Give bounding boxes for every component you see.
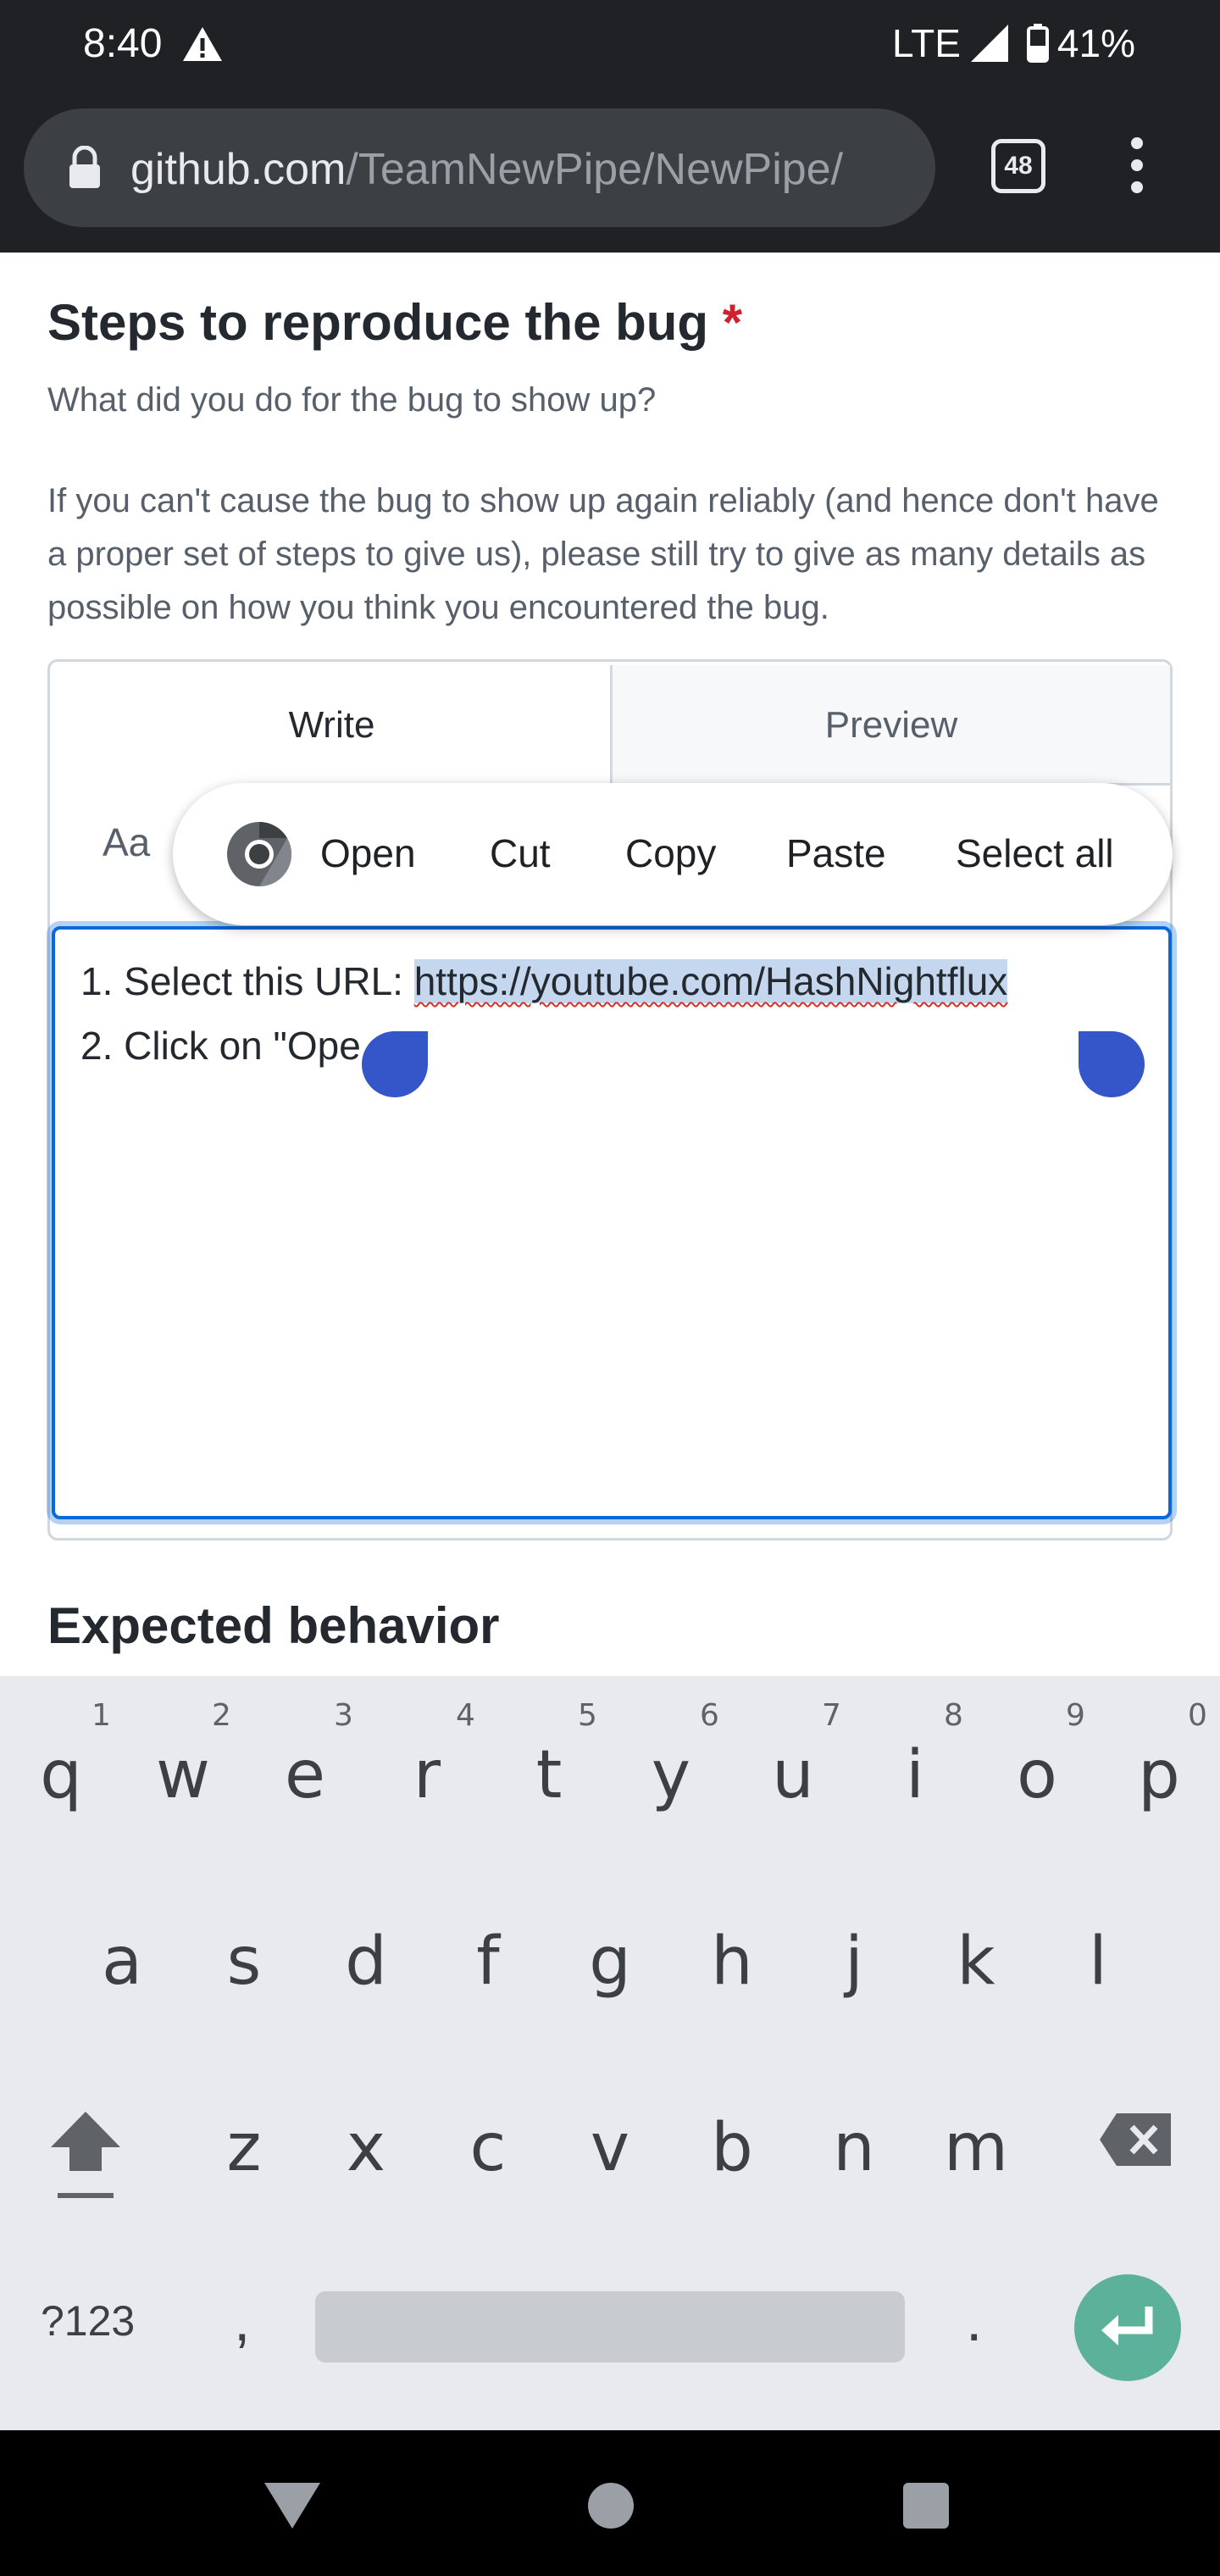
selected-url-text: https://youtube.com/HashNightflux [413, 959, 1008, 1003]
key-i[interactable]: i [854, 1737, 976, 1813]
key-d[interactable]: d [305, 1924, 427, 2000]
required-marker: * [722, 294, 743, 351]
tab-write[interactable]: Write [53, 665, 613, 786]
key-n[interactable]: n [793, 2110, 915, 2186]
menu-copy[interactable]: Copy [625, 830, 716, 876]
lock-icon [69, 146, 100, 188]
symbols-key[interactable]: ?123 [41, 2296, 135, 2346]
section-title: Steps to reproduce the bug * [47, 293, 742, 352]
tab-switcher-button[interactable]: 48 [991, 139, 1045, 193]
page-content: Steps to reproduce the bug * What did yo… [0, 253, 1220, 1676]
tab-preview[interactable]: Preview [613, 665, 1170, 786]
home-icon[interactable] [588, 2483, 634, 2529]
section-description: If you can't cause the bug to show up ag… [47, 482, 1159, 626]
key-w[interactable]: w [122, 1737, 244, 1813]
url-text: github.com/TeamNewPipe/NewPipe/ [130, 144, 843, 195]
key-p[interactable]: p [1098, 1737, 1220, 1813]
expected-behavior-title: Expected behavior [47, 1597, 500, 1654]
url-path: /TeamNewPipe/NewPipe/ [346, 145, 844, 194]
section-subtitle: What did you do for the bug to show up? [47, 381, 657, 419]
key-u[interactable]: u [732, 1737, 854, 1813]
status-indicators: LTE 41% [892, 20, 1135, 66]
key-a[interactable]: a [61, 1924, 183, 2000]
section-title-text: Steps to reproduce the bug [47, 294, 709, 351]
enter-key[interactable] [1074, 2274, 1181, 2381]
key-m[interactable]: m [915, 2110, 1037, 2186]
key-k[interactable]: k [915, 1924, 1037, 2000]
battery-icon [1026, 24, 1049, 63]
key-f[interactable]: f [427, 1924, 549, 2000]
menu-select-all[interactable]: Select all [956, 830, 1114, 876]
key-s[interactable]: s [183, 1924, 305, 2000]
back-icon[interactable] [261, 2479, 324, 2530]
warning-icon [183, 27, 222, 61]
key-l[interactable]: l [1037, 1924, 1159, 2000]
browser-toolbar: github.com/TeamNewPipe/NewPipe/ 48 [0, 88, 1220, 253]
signal-icon [970, 25, 1008, 62]
key-hint: 6 [700, 1698, 719, 1733]
key-v[interactable]: v [549, 2110, 671, 2186]
key-h[interactable]: h [671, 1924, 793, 2000]
menu-cut[interactable]: Cut [490, 830, 551, 876]
chrome-icon [227, 821, 292, 887]
steps-textarea[interactable]: 1. Select this URL: https://youtube.com/… [52, 926, 1172, 1519]
more-options-icon[interactable] [1120, 137, 1154, 205]
key-hint: 5 [578, 1698, 597, 1733]
key-q[interactable]: q [0, 1737, 122, 1813]
system-nav-bar [0, 2430, 1220, 2576]
key-z[interactable]: z [183, 2110, 305, 2186]
text-selection-menu: Open Cut Copy Paste Select all [173, 783, 1173, 925]
network-type: LTE [891, 21, 961, 65]
period-key[interactable]: . [966, 2286, 982, 2354]
screen: 8:40 LTE 41% github.com/TeamNewPipe/NewP… [0, 0, 1220, 2576]
textarea-line-2: 2. Click on "Ope [80, 1024, 361, 1068]
key-x[interactable]: x [305, 2110, 427, 2186]
key-hint: 4 [456, 1698, 475, 1733]
key-hint: 8 [944, 1698, 963, 1733]
key-hint: 1 [92, 1698, 111, 1733]
format-button[interactable]: Aa [103, 819, 150, 865]
soft-keyboard: 1 q 2 w 3 e 4 r 5 t 6 y 7 u 8 i 9 o 0 p … [0, 1676, 1220, 2430]
key-t[interactable]: t [488, 1737, 610, 1813]
key-hint: 2 [212, 1698, 231, 1733]
key-hint: 9 [1066, 1698, 1085, 1733]
status-bar: 8:40 LTE 41% [0, 0, 1220, 88]
menu-open[interactable]: Open [320, 830, 416, 876]
url-domain: github.com [130, 145, 347, 194]
recents-icon[interactable] [903, 2483, 949, 2529]
key-b[interactable]: b [671, 2110, 793, 2186]
selection-handle-end[interactable] [1079, 1031, 1145, 1097]
textarea-line-1: 1. Select this URL: https://youtube.com/… [80, 958, 1008, 1004]
key-r[interactable]: r [366, 1737, 488, 1813]
key-y[interactable]: y [610, 1737, 732, 1813]
backspace-icon[interactable] [1098, 2112, 1173, 2168]
key-hint: 3 [334, 1698, 353, 1733]
comma-key[interactable]: , [234, 2286, 250, 2354]
enter-icon [1101, 2307, 1153, 2346]
url-bar[interactable]: github.com/TeamNewPipe/NewPipe/ [24, 108, 935, 227]
key-c[interactable]: c [427, 2110, 549, 2186]
battery-level: 41% [1056, 21, 1135, 65]
shift-icon[interactable] [49, 2105, 122, 2207]
line1-prefix: 1. Select this URL: [80, 959, 414, 1003]
key-j[interactable]: j [793, 1924, 915, 2000]
key-o[interactable]: o [976, 1737, 1098, 1813]
key-e[interactable]: e [244, 1737, 366, 1813]
status-time: 8:40 [83, 21, 163, 66]
menu-paste[interactable]: Paste [786, 830, 886, 876]
selection-handle-start[interactable] [362, 1031, 428, 1097]
key-g[interactable]: g [549, 1924, 671, 2000]
space-key[interactable] [315, 2291, 905, 2362]
key-hint: 0 [1188, 1698, 1207, 1733]
key-hint: 7 [822, 1698, 841, 1733]
